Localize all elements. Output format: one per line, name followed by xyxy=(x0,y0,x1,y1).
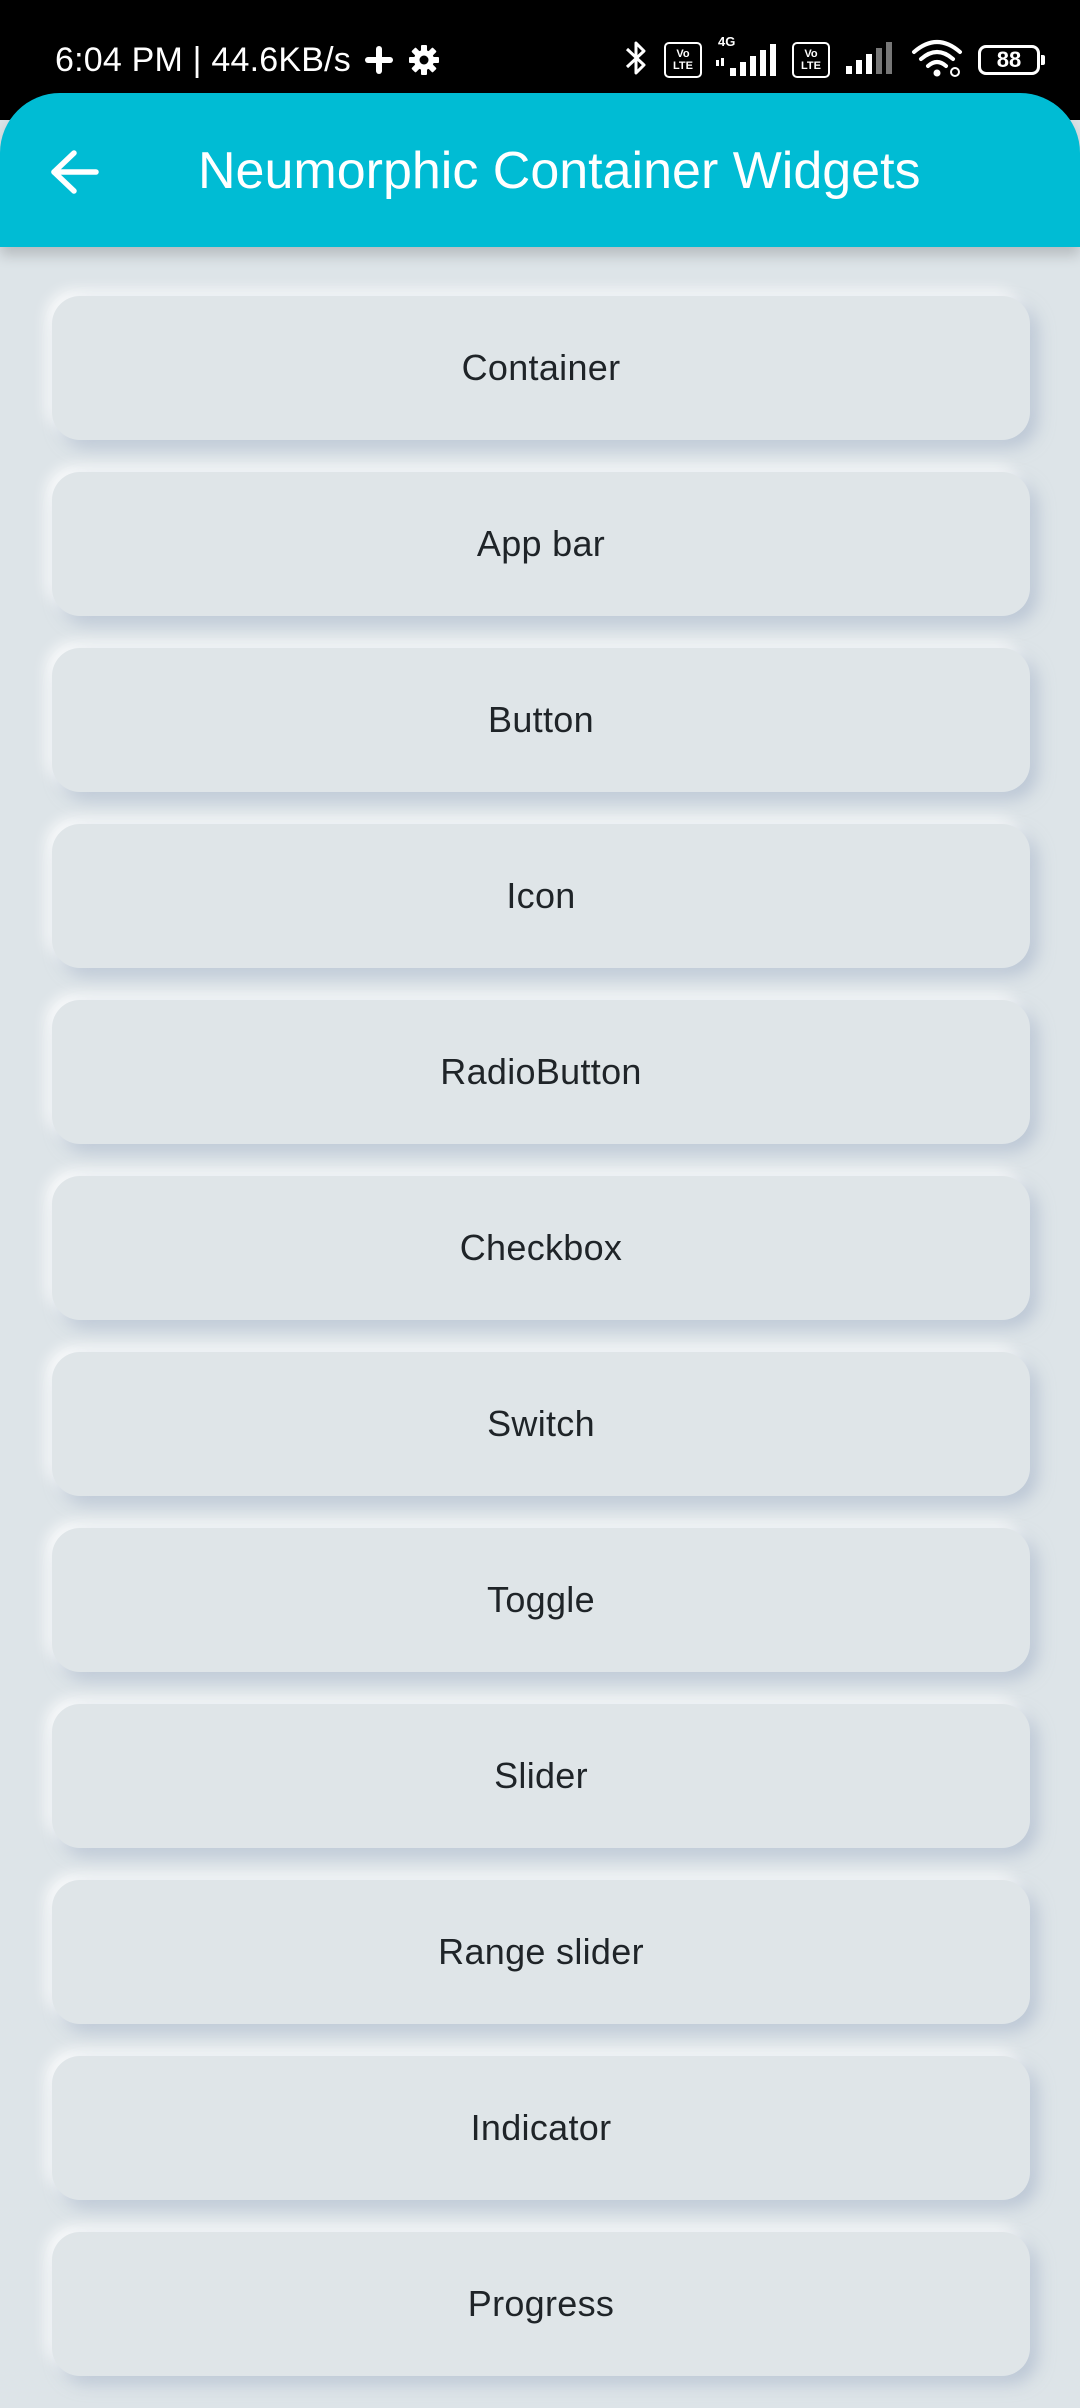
volte-bottom-label: LTE xyxy=(673,60,693,72)
battery-level: 88 xyxy=(996,47,1022,72)
battery-icon: 88 xyxy=(978,45,1045,75)
list-item-app-bar[interactable]: App bar xyxy=(52,472,1030,616)
list-item-toggle[interactable]: Toggle xyxy=(52,1528,1030,1672)
volte-icon-2: Vo LTE xyxy=(792,42,830,78)
status-right: Vo LTE 4G Vo LTE 88 xyxy=(624,34,1045,83)
arrow-left-icon xyxy=(51,150,99,194)
signal-icon xyxy=(844,38,896,83)
list-item-label: Slider xyxy=(494,1755,588,1796)
list-item-icon[interactable]: Icon xyxy=(52,824,1030,968)
time-and-speed: 6:04 PM | 44.6KB/s xyxy=(55,40,351,79)
list-item-label: Progress xyxy=(467,2283,615,2324)
list-item-label: RadioButton xyxy=(440,1051,642,1092)
list-item-radio-button[interactable]: RadioButton xyxy=(52,1000,1030,1144)
status-left: 6:04 PM | 44.6KB/s xyxy=(55,38,441,82)
list-item-indicator[interactable]: Indicator xyxy=(52,2056,1030,2200)
list-item-switch[interactable]: Switch xyxy=(52,1352,1030,1496)
list-item-label: Switch xyxy=(487,1403,595,1444)
list-item-container[interactable]: Container xyxy=(52,296,1030,440)
volte-bottom-label-2: LTE xyxy=(801,60,821,72)
bluetooth-icon xyxy=(624,39,650,82)
list-item-label: Button xyxy=(488,699,594,740)
volte-icon: Vo LTE xyxy=(664,42,702,78)
list-item-button[interactable]: Button xyxy=(52,648,1030,792)
list-item-slider[interactable]: Slider xyxy=(52,1704,1030,1848)
list-item-progress[interactable]: Progress xyxy=(52,2232,1030,2376)
list-item-label: Container xyxy=(461,347,621,388)
wifi-icon xyxy=(910,38,964,83)
widget-list: Container App bar Button Icon RadioButto… xyxy=(52,296,1030,2408)
list-item-label: App bar xyxy=(476,523,606,564)
list-item-label: Icon xyxy=(506,875,576,916)
list-item-range-slider[interactable]: Range slider xyxy=(52,1880,1030,2024)
volte-top-label: Vo xyxy=(676,48,690,60)
page-title: Neumorphic Container Widgets xyxy=(198,142,921,200)
back-button[interactable] xyxy=(40,137,110,207)
app-bar: Neumorphic Container Widgets xyxy=(0,93,1080,247)
list-item-label: Checkbox xyxy=(459,1227,623,1268)
settings-gear-icon xyxy=(407,43,441,77)
network-type-label: 4G xyxy=(718,34,736,49)
volte-top-label-2: Vo xyxy=(804,48,818,60)
list-item-checkbox[interactable]: Checkbox xyxy=(52,1176,1030,1320)
slack-icon xyxy=(363,44,395,76)
signal-4g-icon: 4G xyxy=(716,34,778,80)
list-item-label: Indicator xyxy=(470,2107,612,2148)
list-item-label: Range slider xyxy=(438,1931,644,1972)
list-item-label: Toggle xyxy=(487,1579,595,1620)
